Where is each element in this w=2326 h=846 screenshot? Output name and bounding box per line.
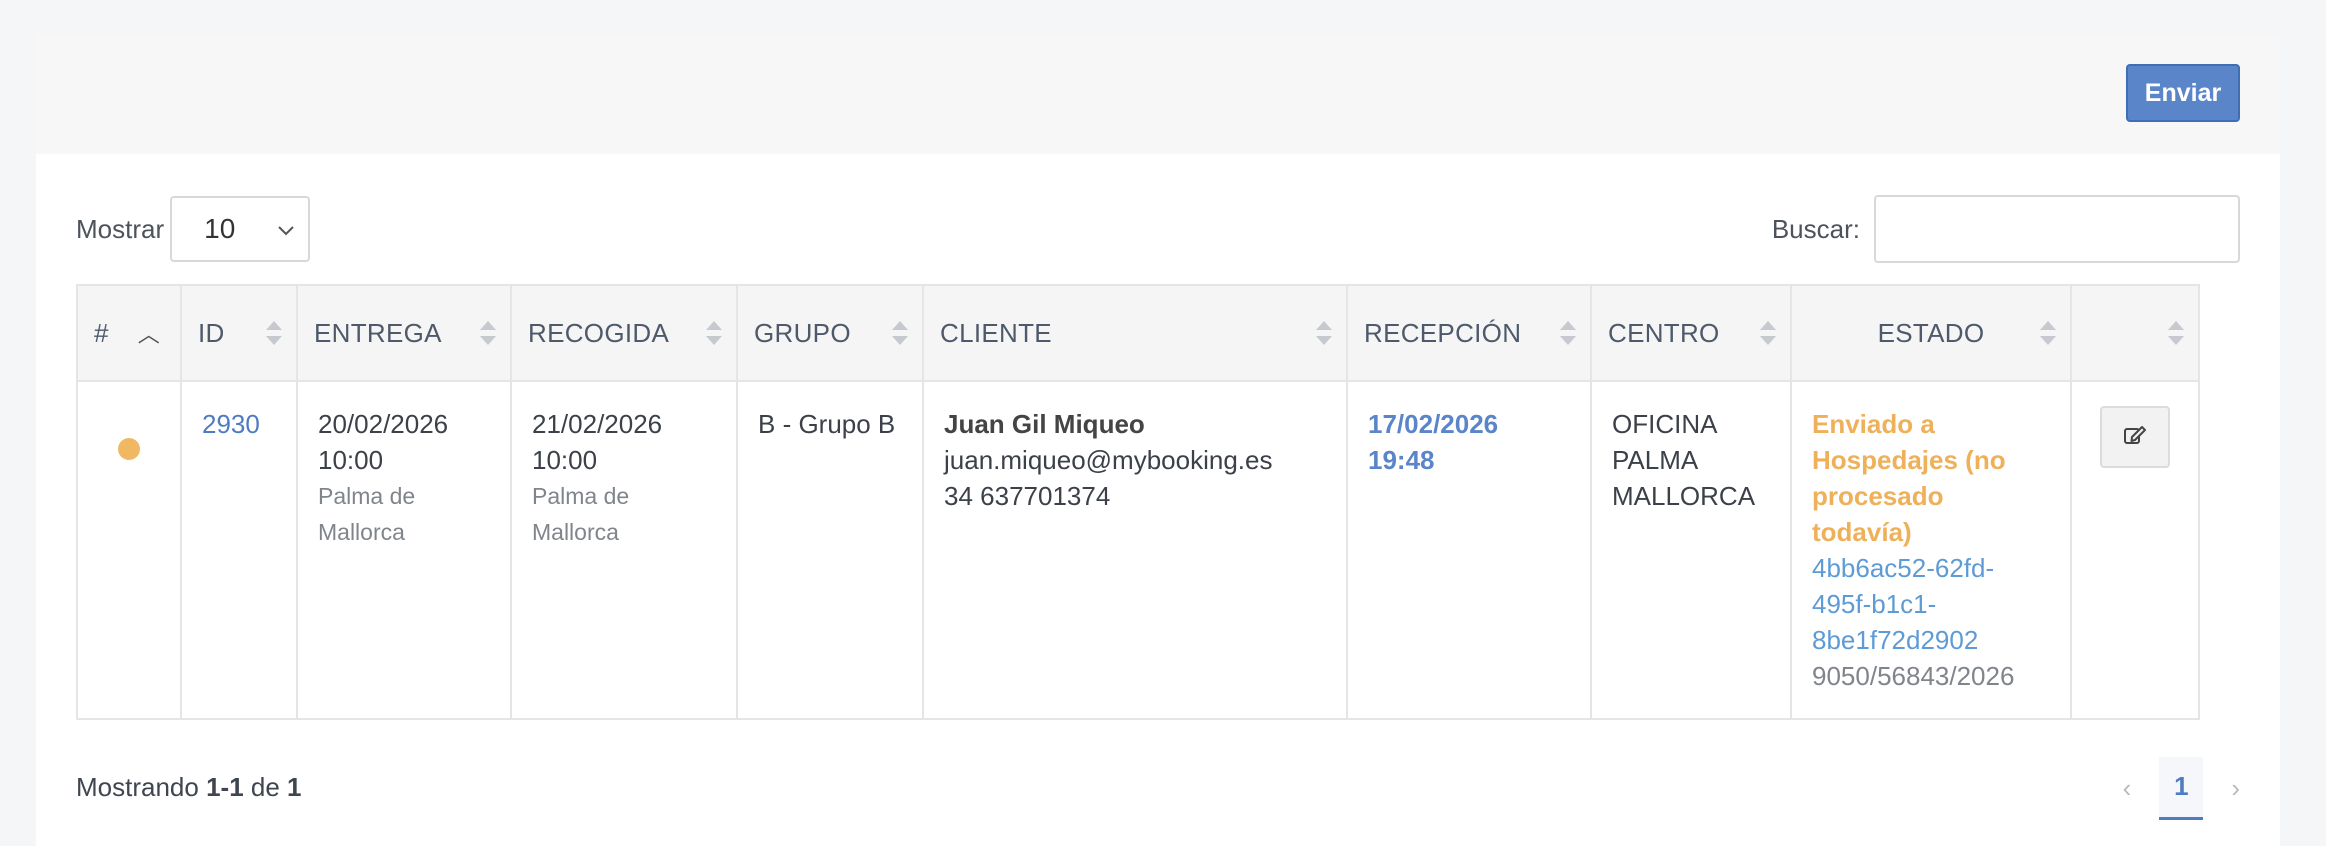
table-info: Mostrando 1-1 de 1 bbox=[76, 772, 302, 803]
col-header-cliente-label: CLIENTE bbox=[940, 317, 1052, 348]
prev-page-icon[interactable]: ‹ bbox=[2123, 773, 2132, 804]
recogida-location-line-2: Mallorca bbox=[532, 519, 619, 545]
col-header-id-label: ID bbox=[198, 317, 225, 348]
col-header-grupo[interactable]: GRUPO bbox=[736, 284, 924, 382]
edit-icon bbox=[2123, 419, 2147, 455]
cell-actions bbox=[2070, 380, 2200, 720]
col-header-cliente[interactable]: CLIENTE bbox=[922, 284, 1348, 382]
table-row: 2930 20/02/2026 10:00 Palma de Mallorca … bbox=[76, 380, 2200, 720]
edit-button[interactable] bbox=[2100, 406, 2170, 468]
cell-id: 2930 bbox=[180, 380, 298, 720]
bookings-card: Enviar Mostrar 10 Buscar: # ︿ ID ENTREGA … bbox=[36, 34, 2280, 846]
cell-cliente: Juan Gil Miqueo juan.miqueo@mybooking.es… bbox=[922, 380, 1348, 720]
sort-icon bbox=[2040, 321, 2056, 345]
search-label: Buscar: bbox=[1771, 213, 1860, 244]
cliente-name: Juan Gil Miqueo bbox=[944, 409, 1145, 439]
col-header-grupo-label: GRUPO bbox=[754, 317, 851, 348]
sort-icon bbox=[706, 321, 722, 345]
sort-icon bbox=[480, 321, 496, 345]
centro-line-1: OFICINA bbox=[1612, 409, 1718, 439]
table-info-range: 1-1 bbox=[206, 772, 244, 802]
page-length-select[interactable]: 10 bbox=[170, 196, 311, 262]
centro-line-2: PALMA bbox=[1612, 445, 1699, 475]
entrega-location-line-1: Palma de bbox=[318, 483, 416, 509]
sort-icon bbox=[1560, 321, 1576, 345]
col-header-entrega-label: ENTREGA bbox=[314, 317, 442, 348]
table-info-middle: de bbox=[243, 772, 288, 802]
cliente-phone: 34 637701374 bbox=[944, 481, 1111, 511]
table-header-row: # ︿ ID ENTREGA RECOGIDA GRUPO CLIENTE REC… bbox=[76, 284, 2200, 382]
col-header-num-label: # bbox=[94, 317, 109, 348]
estado-line-2: Hospedajes (no bbox=[1812, 445, 2006, 475]
entrega-time: 10:00 bbox=[318, 445, 384, 475]
sort-icon bbox=[2168, 321, 2184, 345]
col-header-num[interactable]: # ︿ bbox=[76, 284, 182, 382]
col-header-centro-label: CENTRO bbox=[1608, 317, 1720, 348]
sort-icon bbox=[266, 321, 282, 345]
chevron-up-icon: ︿ bbox=[137, 322, 160, 347]
col-header-estado-label: ESTADO bbox=[1877, 317, 1985, 348]
search-control: Buscar: bbox=[1772, 194, 2240, 264]
col-header-recepcion[interactable]: RECEPCIÓN bbox=[1346, 284, 1592, 382]
cell-status bbox=[76, 380, 182, 720]
recogida-time: 10:00 bbox=[532, 445, 598, 475]
table-info-prefix: Mostrando bbox=[76, 772, 207, 802]
uuid-line-2: 495f-b1c1- bbox=[1812, 589, 1937, 619]
entrega-date: 20/02/2026 bbox=[318, 409, 449, 439]
centro-line-3: MALLORCA bbox=[1612, 481, 1756, 511]
grupo-value: B - Grupo B bbox=[758, 409, 896, 439]
cell-recogida: 21/02/2026 10:00 Palma de Mallorca bbox=[510, 380, 738, 720]
page-length-value: 10 bbox=[204, 213, 236, 244]
chevron-down-icon bbox=[278, 216, 294, 242]
cell-recepcion: 17/02/2026 19:48 bbox=[1346, 380, 1592, 720]
pagination: ‹ 1 › bbox=[2123, 756, 2240, 820]
estado-reference: 9050/56843/2026 bbox=[1812, 661, 2015, 691]
recepcion-time: 19:48 bbox=[1368, 445, 1435, 475]
col-header-id[interactable]: ID bbox=[180, 284, 298, 382]
uuid-line-1: 4bb6ac52-62fd- bbox=[1812, 553, 1995, 583]
col-header-centro[interactable]: CENTRO bbox=[1590, 284, 1792, 382]
sort-icon bbox=[1760, 321, 1776, 345]
table-info-total: 1 bbox=[287, 772, 302, 802]
sort-icon bbox=[892, 321, 908, 345]
col-header-recogida-label: RECOGIDA bbox=[528, 317, 670, 348]
next-page-icon[interactable]: › bbox=[2231, 773, 2240, 804]
toolbar: Enviar bbox=[36, 34, 2280, 154]
entrega-location-line-2: Mallorca bbox=[318, 519, 405, 545]
recogida-date: 21/02/2026 bbox=[532, 409, 663, 439]
send-button[interactable]: Enviar bbox=[2126, 64, 2240, 122]
page-length-label: Mostrar bbox=[76, 213, 165, 244]
col-header-recepcion-label: RECEPCIÓN bbox=[1364, 317, 1522, 348]
col-header-recogida[interactable]: RECOGIDA bbox=[510, 284, 738, 382]
bookings-table: # ︿ ID ENTREGA RECOGIDA GRUPO CLIENTE REC… bbox=[76, 284, 2200, 720]
cliente-email: juan.miqueo@mybooking.es bbox=[944, 445, 1273, 475]
col-header-estado[interactable]: ESTADO bbox=[1790, 284, 2072, 382]
search-input[interactable] bbox=[1874, 195, 2240, 263]
status-dot-icon bbox=[118, 438, 140, 460]
estado-line-1: Enviado a bbox=[1812, 409, 1935, 439]
sort-icon bbox=[1316, 321, 1332, 345]
uuid-line-3: 8be1f72d2902 bbox=[1812, 625, 1979, 655]
cell-grupo: B - Grupo B bbox=[736, 380, 924, 720]
recepcion-date: 17/02/2026 bbox=[1368, 409, 1499, 439]
col-header-entrega[interactable]: ENTREGA bbox=[296, 284, 512, 382]
estado-line-3: procesado bbox=[1812, 481, 1944, 511]
col-header-actions[interactable] bbox=[2070, 284, 2200, 382]
booking-id-link[interactable]: 2930 bbox=[202, 409, 260, 439]
page-length-control: Mostrar 10 bbox=[76, 194, 311, 264]
cell-entrega: 20/02/2026 10:00 Palma de Mallorca bbox=[296, 380, 512, 720]
page-button-current[interactable]: 1 bbox=[2159, 756, 2204, 820]
recogida-location-line-1: Palma de bbox=[532, 483, 630, 509]
cell-centro: OFICINA PALMA MALLORCA bbox=[1590, 380, 1792, 720]
cell-estado: Enviado a Hospedajes (no procesado todav… bbox=[1790, 380, 2072, 720]
estado-line-4: todavía) bbox=[1812, 517, 1912, 547]
